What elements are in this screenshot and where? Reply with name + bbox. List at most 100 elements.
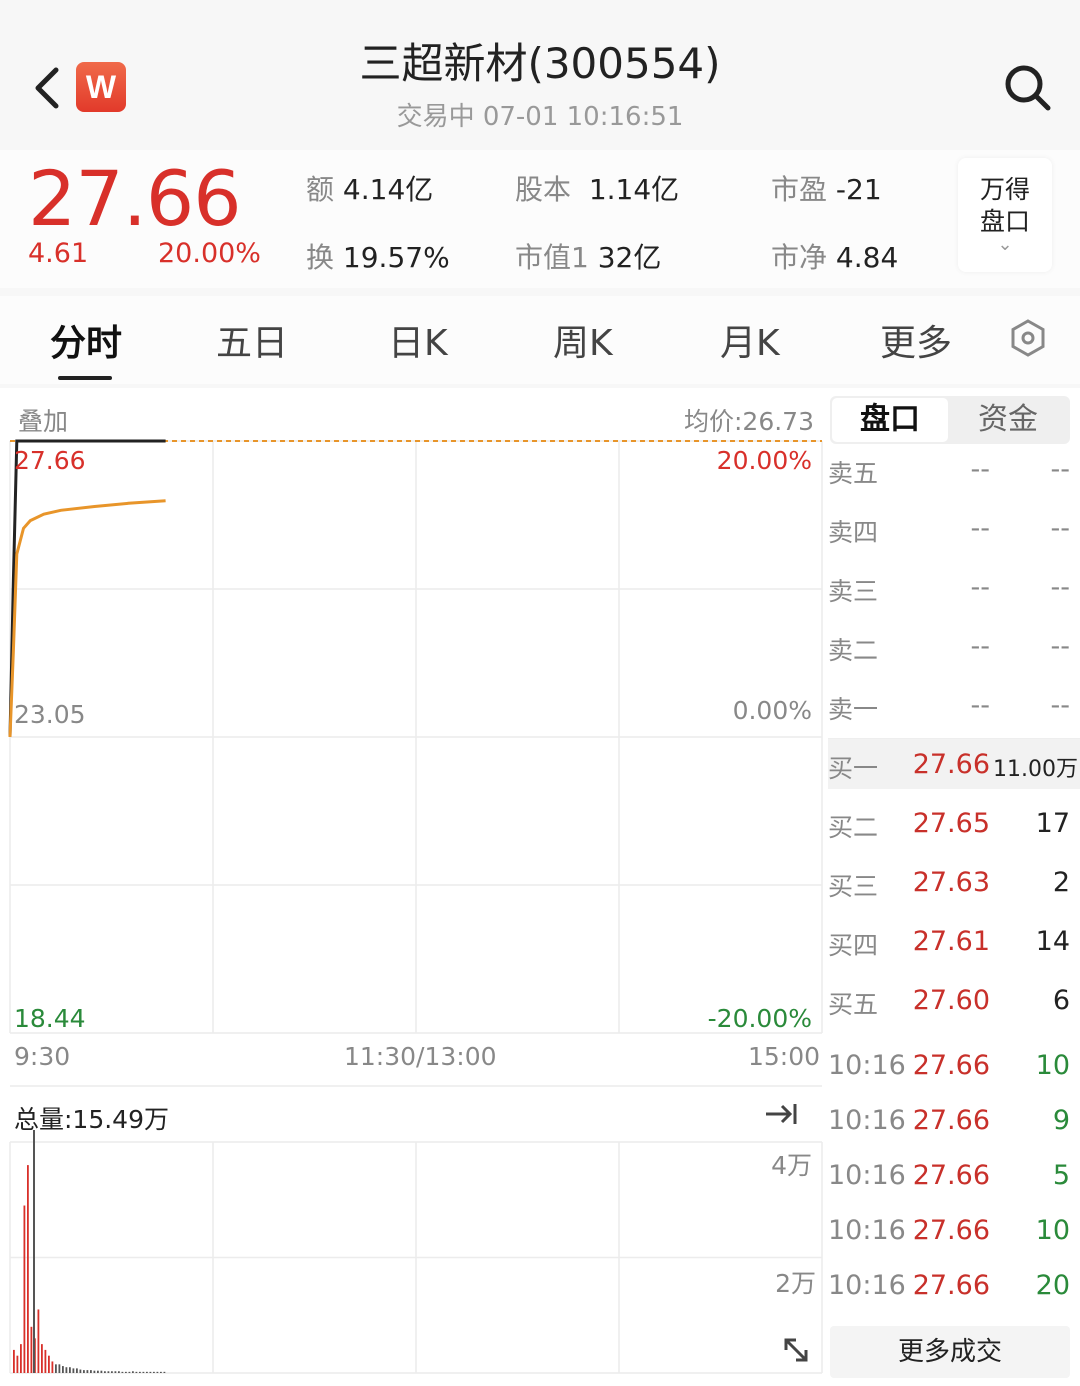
stat-value: -21 xyxy=(835,173,882,206)
ask-row[interactable]: 卖一 -- -- xyxy=(828,680,1080,730)
tab-five-day[interactable]: 五日 xyxy=(216,314,288,366)
tab-intraday[interactable]: 分时 xyxy=(50,314,122,366)
volume-bar xyxy=(69,1367,71,1373)
volume-bar xyxy=(83,1370,85,1373)
wind-panel-button[interactable]: 万得 盘口 ⌄ xyxy=(958,158,1052,272)
price-mid-label: 23.05 xyxy=(14,700,86,729)
tick-price: 27.66 xyxy=(912,1105,990,1136)
tab-more[interactable]: 更多 xyxy=(880,314,952,366)
panel-button-line1: 万得 xyxy=(979,175,1030,204)
volume-bar xyxy=(20,1344,22,1373)
ask-row[interactable]: 卖五 -- -- xyxy=(828,444,1080,494)
ask-row[interactable]: 卖四 -- -- xyxy=(828,503,1080,553)
volume-bar xyxy=(97,1370,99,1373)
change-percent: 20.00% xyxy=(158,238,261,269)
active-tab-indicator xyxy=(58,376,112,380)
bid-price: 27.60 xyxy=(912,985,990,1016)
chart-svg xyxy=(8,439,823,1374)
overlay-label[interactable]: 叠加 xyxy=(18,402,68,438)
volume-bar xyxy=(139,1371,141,1373)
tick-volume: 10 xyxy=(1035,1215,1070,1246)
ask-volume: -- xyxy=(1050,513,1071,544)
tab-monthly-k[interactable]: 月K xyxy=(720,314,780,366)
volume-bar xyxy=(51,1361,54,1373)
pct-low-label: -20.00% xyxy=(707,1004,812,1033)
settings-hexagon-icon[interactable] xyxy=(1008,318,1048,358)
bid-level-label: 买四 xyxy=(828,931,879,960)
bid-volume: 17 xyxy=(1035,808,1070,839)
volume-bar xyxy=(146,1371,148,1373)
bid-row[interactable]: 买一 27.66 11.00万 xyxy=(828,739,1080,789)
volume-bar xyxy=(111,1371,113,1373)
jump-to-latest-icon[interactable] xyxy=(760,1096,804,1132)
stat-key: 市净 xyxy=(771,241,828,274)
stat-value: 4.14亿 xyxy=(342,173,434,206)
stat-turnover-rate: 换 19.57% xyxy=(306,236,450,276)
volume-bar xyxy=(16,1355,19,1373)
chevron-down-icon: ⌄ xyxy=(997,234,1013,255)
order-book-tabs: 盘口 资金 xyxy=(830,396,1070,444)
pct-mid-label: 0.00% xyxy=(732,696,812,725)
tick-price: 27.66 xyxy=(912,1160,990,1191)
tab-weekly-k[interactable]: 周K xyxy=(553,314,613,366)
trade-tick-row: 10:16 27.66 10 xyxy=(828,1040,1080,1090)
ask-row[interactable]: 卖二 -- -- xyxy=(828,621,1080,671)
stat-turnover-amount: 额 4.14亿 xyxy=(306,168,433,208)
stat-pb-ratio: 市净 4.84 xyxy=(771,236,898,276)
bid-row[interactable]: 买五 27.60 6 xyxy=(828,975,1080,1025)
volume-bar xyxy=(55,1364,57,1373)
volume-bar xyxy=(90,1370,92,1373)
average-price-label: 均价:26.73 xyxy=(684,407,814,436)
bid-price: 27.66 xyxy=(912,749,990,780)
volume-bar xyxy=(72,1368,75,1373)
ask-volume: -- xyxy=(1050,690,1071,721)
chart-grid xyxy=(9,440,823,1374)
volume-bar xyxy=(41,1344,43,1373)
bid-volume: 6 xyxy=(1052,985,1070,1016)
ask-level-label: 卖一 xyxy=(828,695,879,724)
ask-price: -- xyxy=(970,572,991,603)
bid-price: 27.63 xyxy=(912,867,990,898)
stat-share-capital: 股本 1.14亿 xyxy=(515,168,679,208)
volume-bar xyxy=(107,1371,110,1373)
search-icon[interactable] xyxy=(1002,62,1054,114)
volume-tick-mid: 2万 xyxy=(775,1269,816,1298)
ask-volume: -- xyxy=(1050,631,1071,662)
bid-level-label: 买五 xyxy=(828,990,879,1019)
bid-volume: 14 xyxy=(1035,926,1070,957)
fullscreen-expand-icon[interactable] xyxy=(778,1332,814,1368)
price-high-label: 27.66 xyxy=(14,446,86,475)
volume-bar xyxy=(100,1370,103,1373)
chart-tabs: 分时 五日 日K 周K 月K 更多 xyxy=(0,296,1080,384)
tab-capital-flow[interactable]: 资金 xyxy=(950,398,1066,442)
price-low-label: 18.44 xyxy=(14,1004,86,1033)
change-amount: 4.61 xyxy=(28,238,89,269)
tab-order-book[interactable]: 盘口 xyxy=(832,398,948,442)
volume-bar xyxy=(79,1369,82,1373)
bid-row[interactable]: 买三 27.63 2 xyxy=(828,857,1080,907)
volume-bar xyxy=(104,1371,106,1373)
volume-bar xyxy=(135,1371,138,1373)
ask-level-label: 卖四 xyxy=(828,518,879,547)
more-trades-button[interactable]: 更多成交 xyxy=(830,1326,1070,1378)
intraday-chart[interactable]: 叠加 均价:26.73 27.66 23.05 18.44 20.00% 0.0… xyxy=(0,388,828,1386)
tab-daily-k[interactable]: 日K xyxy=(388,314,448,366)
bid-price: 27.61 xyxy=(912,926,990,957)
volume-bar xyxy=(62,1366,64,1373)
bid-row[interactable]: 买二 27.65 17 xyxy=(828,798,1080,848)
stat-pe-ratio: 市盈 -21 xyxy=(771,168,882,208)
bid-level-label: 买二 xyxy=(828,813,879,842)
trade-tick-row: 10:16 27.66 5 xyxy=(828,1150,1080,1200)
volume-bar xyxy=(149,1371,152,1373)
stat-value: 32亿 xyxy=(597,241,662,274)
tick-time: 10:16 xyxy=(828,1270,906,1301)
bid-row[interactable]: 买四 27.61 14 xyxy=(828,916,1080,966)
volume-bar xyxy=(44,1349,47,1373)
bid-level-label: 买三 xyxy=(828,872,879,901)
trade-tick-row: 10:16 27.66 20 xyxy=(828,1260,1080,1310)
volume-bar xyxy=(160,1371,162,1373)
tick-volume: 5 xyxy=(1052,1160,1070,1191)
volume-bar xyxy=(125,1371,127,1373)
header: W 三超新材(300554) 交易中 07-01 10:16:51 xyxy=(0,0,1080,150)
ask-row[interactable]: 卖三 -- -- xyxy=(828,562,1080,612)
